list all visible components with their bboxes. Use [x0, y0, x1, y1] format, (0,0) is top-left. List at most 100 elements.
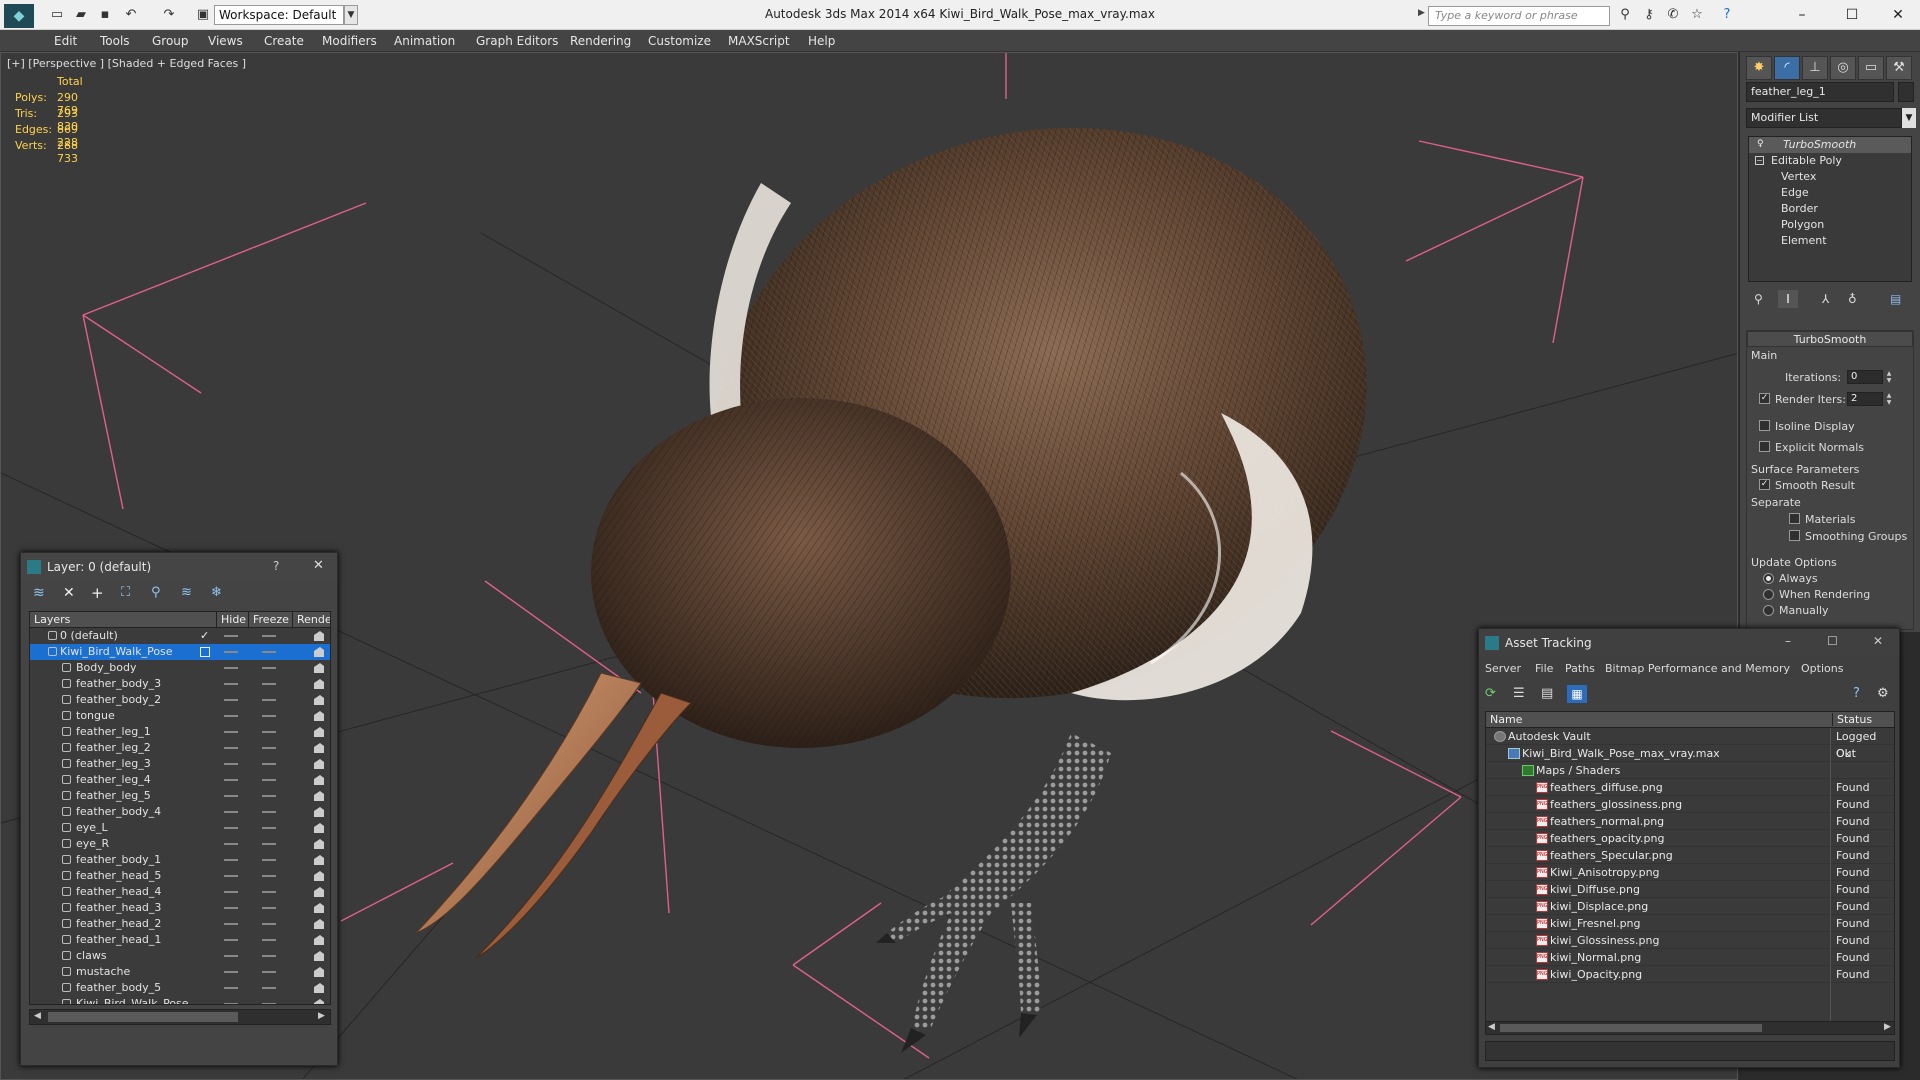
asset-horizontal-scrollbar[interactable]: ◀ ▶ — [1485, 1021, 1895, 1035]
layer-row[interactable]: feather_head_2 — [30, 916, 330, 932]
list-view-icon[interactable]: ☰ — [1513, 686, 1525, 701]
col-name[interactable]: Name — [1490, 713, 1522, 726]
freeze-toggle[interactable] — [262, 683, 276, 685]
update-manually-radio[interactable] — [1763, 605, 1774, 616]
new-layer-icon[interactable]: ≋ — [33, 585, 45, 601]
menu-group[interactable]: Group — [152, 32, 189, 50]
scroll-left-icon[interactable]: ◀ — [34, 1011, 41, 1021]
asset-menu-server[interactable]: Server — [1485, 662, 1521, 675]
freeze-toggle[interactable] — [262, 747, 276, 749]
freeze-toggle[interactable] — [262, 667, 276, 669]
menu-rendering[interactable]: Rendering — [570, 32, 631, 50]
freeze-toggle[interactable] — [262, 699, 276, 701]
modifier-list-select[interactable]: Modifier List — [1746, 108, 1902, 128]
render-teapot-icon[interactable] — [314, 743, 324, 753]
smoothing-groups-checkbox[interactable] — [1789, 530, 1800, 541]
col-render[interactable]: Rende — [292, 612, 330, 627]
asset-row[interactable]: PNG feathers_Specular.png Found — [1486, 847, 1894, 864]
asset-scroll-thumb[interactable] — [1500, 1024, 1762, 1032]
render-teapot-icon[interactable] — [314, 727, 324, 737]
table-view-icon[interactable]: ▦ — [1567, 685, 1587, 703]
render-teapot-icon[interactable] — [314, 759, 324, 769]
asset-row[interactable]: Autodesk Vault Logged Out — [1486, 728, 1894, 760]
asset-menu-file[interactable]: File — [1535, 662, 1553, 675]
layer-row[interactable]: feather_head_3 — [30, 900, 330, 916]
render-teapot-icon[interactable] — [314, 919, 324, 929]
layer-dialog-close-icon[interactable]: ✕ — [313, 558, 324, 573]
hide-toggle[interactable] — [224, 715, 238, 717]
freeze-toggle[interactable] — [262, 939, 276, 941]
close-button[interactable]: ✕ — [1878, 4, 1918, 26]
asset-row[interactable]: PNG kiwi_Fresnel.png Found — [1486, 915, 1894, 932]
render-iters-spinner[interactable]: 2 — [1847, 392, 1883, 406]
search-expand-icon[interactable]: ▶ — [1418, 8, 1425, 18]
asset-row[interactable]: PNG feathers_glossiness.png Found — [1486, 796, 1894, 813]
current-layer-box-icon[interactable] — [200, 647, 210, 657]
update-always-radio[interactable] — [1763, 573, 1774, 584]
freeze-toggle[interactable] — [262, 635, 276, 637]
scroll-right-icon[interactable]: ▶ — [318, 1011, 325, 1021]
asset-path-field[interactable] — [1485, 1041, 1895, 1061]
freeze-toggle[interactable] — [262, 923, 276, 925]
layer-horizontal-scrollbar[interactable]: ◀ ▶ — [29, 1009, 331, 1025]
favorites-star-icon[interactable]: ☆ — [1688, 6, 1706, 24]
layer-row[interactable]: eye_R — [30, 836, 330, 852]
render-teapot-icon[interactable] — [314, 679, 324, 689]
smooth-result-checkbox[interactable]: ✓ — [1759, 479, 1770, 490]
asset-menu-bitmap[interactable]: Bitmap Performance and Memory — [1605, 662, 1790, 675]
help-icon[interactable]: ? — [1718, 6, 1736, 24]
kiwi-bird-model[interactable] — [415, 53, 1441, 1053]
search-input[interactable]: Type a keyword or phrase — [1428, 6, 1610, 26]
layer-row[interactable]: feather_leg_5 — [30, 788, 330, 804]
stack-item-element[interactable]: Element — [1749, 233, 1911, 249]
hide-toggle[interactable] — [224, 939, 238, 941]
materials-checkbox[interactable] — [1789, 513, 1800, 524]
iterations-spin-arrows-icon[interactable]: ▲ ▼ — [1885, 370, 1893, 384]
layer-row[interactable]: feather_body_4 — [30, 804, 330, 820]
stack-item-border[interactable]: Border — [1749, 201, 1911, 217]
communication-icon[interactable]: ✆ — [1664, 6, 1682, 24]
hide-toggle[interactable] — [224, 955, 238, 957]
render-teapot-icon[interactable] — [314, 983, 324, 993]
freeze-toggle[interactable] — [262, 651, 276, 653]
hierarchy-tab-icon[interactable]: ⊥ — [1802, 56, 1828, 80]
render-teapot-icon[interactable] — [314, 807, 324, 817]
hide-toggle[interactable] — [224, 1003, 238, 1004]
render-teapot-icon[interactable] — [314, 823, 324, 833]
asset-row[interactable]: PNG feathers_opacity.png Found — [1486, 830, 1894, 847]
configure-sets-icon[interactable]: ▤ — [1890, 292, 1901, 306]
col-freeze[interactable]: Freeze — [248, 612, 289, 627]
menu-tools[interactable]: Tools — [100, 32, 130, 50]
freeze-toggle[interactable] — [262, 859, 276, 861]
menu-animation[interactable]: Animation — [394, 32, 455, 50]
remove-modifier-icon[interactable]: ♁ — [1848, 292, 1857, 306]
render-teapot-icon[interactable] — [314, 711, 324, 721]
layer-row[interactable]: feather_body_5 — [30, 980, 330, 996]
delete-layer-icon[interactable]: ✕ — [63, 585, 75, 601]
active-layer-check-icon[interactable]: ✓ — [200, 628, 209, 644]
hide-toggle[interactable] — [224, 827, 238, 829]
freeze-toggle[interactable] — [262, 731, 276, 733]
rollout-title[interactable]: TurboSmooth — [1747, 331, 1913, 347]
layer-row[interactable]: Kiwi_Bird_Walk_Pose — [30, 644, 330, 660]
asset-row[interactable]: Kiwi_Bird_Walk_Pose_max_vray.max Ok — [1486, 745, 1894, 762]
asset-row[interactable]: PNG feathers_normal.png Found — [1486, 813, 1894, 830]
menu-edit[interactable]: Edit — [54, 32, 77, 50]
hide-toggle[interactable] — [224, 635, 238, 637]
freeze-toggle[interactable] — [262, 715, 276, 717]
layer-dialog-help[interactable]: ? — [273, 559, 279, 573]
asset-minimize-button[interactable]: – — [1785, 634, 1791, 648]
asset-scroll-left-icon[interactable]: ◀ — [1488, 1022, 1495, 1032]
asset-row[interactable]: PNG kiwi_Displace.png Found — [1486, 898, 1894, 915]
select-objects-icon[interactable]: ⛶ — [121, 585, 130, 600]
layer-row[interactable]: feather_body_1 — [30, 852, 330, 868]
menu-views[interactable]: Views — [208, 32, 243, 50]
freeze-toggle[interactable] — [262, 763, 276, 765]
freeze-toggle[interactable] — [262, 907, 276, 909]
stack-item-turbosmooth[interactable]: TurboSmooth — [1749, 137, 1911, 153]
layer-row[interactable]: feather_leg_1 — [30, 724, 330, 740]
stack-item-edge[interactable]: Edge — [1749, 185, 1911, 201]
layer-row[interactable]: Body_body — [30, 660, 330, 676]
utilities-tab-icon[interactable]: ⚒ — [1886, 56, 1912, 80]
freeze-toggle[interactable] — [262, 1003, 276, 1004]
